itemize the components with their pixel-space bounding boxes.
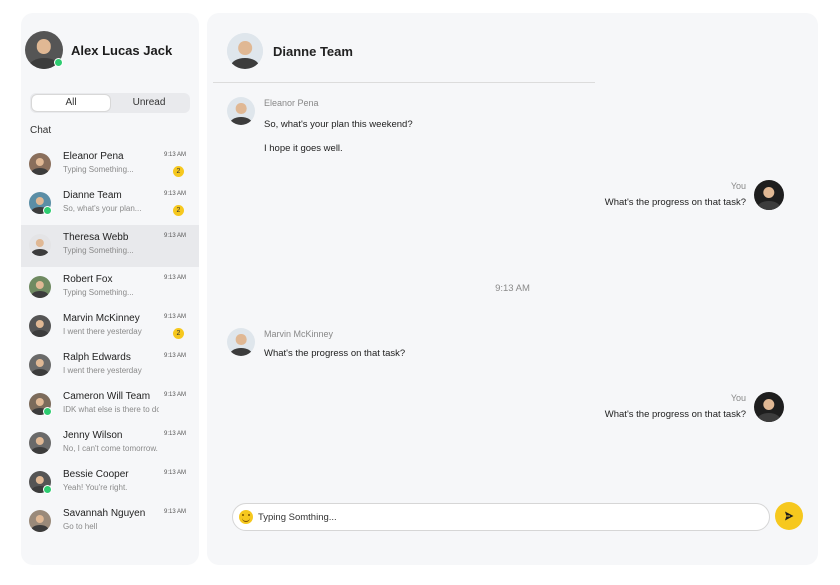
contact-avatar [29,315,51,337]
conversation-title: Dianne Team [273,43,353,59]
conversation-header: Dianne Team [227,33,353,69]
message-preview: I went there yesterday [63,366,142,375]
chat-list-item[interactable]: Jenny Wilson No, I can't come tomorrow. … [21,423,199,462]
contact-name: Dianne Team [63,190,122,201]
contact-name: Marvin McKinney [63,313,140,324]
contact-avatar [29,510,51,532]
incoming-message: Eleanor Pena So, what's your plan this w… [227,97,413,155]
contact-avatar [29,354,51,376]
contact-avatar [29,192,52,215]
outgoing-message: You What's the progress on that task? [605,180,784,210]
chat-list-item[interactable]: Ralph Edwards I went there yesterday 9:1… [21,345,199,384]
contact-name: Theresa Webb [63,232,129,243]
conversation-panel: Dianne Team Eleanor Pena So, what's your… [207,13,818,565]
smile-emoji-icon[interactable] [239,510,253,524]
contact-avatar [29,276,51,298]
message-preview: Typing Something... [63,246,134,255]
chat-list: Eleanor Pena Typing Something... 9:13 AM… [21,144,199,540]
my-avatar [754,180,784,210]
message-preview: Typing Something... [63,165,134,174]
message-time: 9:13 AM [163,353,186,359]
message-time: 9:13 AM [163,392,186,398]
header-divider [213,82,595,83]
message-time: 9:13 AM [163,314,186,320]
chat-list-item[interactable]: Cameron Will Team IDK what else is there… [21,384,199,423]
send-arrow-icon [785,511,794,521]
message-time: 9:13 AM [163,470,186,476]
message-time: 9:13 AM [163,191,186,197]
unread-badge: 2 [173,205,184,216]
message-text: So, what's your plan this weekend? [264,119,413,130]
message-sender: Marvin McKinney [264,329,334,339]
message-sender: You [730,393,746,403]
message-time: 9:13 AM [163,152,186,158]
contact-name: Jenny Wilson [63,430,123,441]
contact-name: Eleanor Pena [63,151,124,162]
contact-name: Ralph Edwards [63,352,131,363]
message-time: 9:13 AM [163,509,186,515]
contact-avatar [29,234,51,256]
message-time: 9:13 AM [163,275,186,281]
chat-list-item[interactable]: Dianne Team So, what's your plan... 9:13… [21,183,199,222]
outgoing-message: You What's the progress on that task? [605,392,784,422]
message-preview: No, I can't come tomorrow. [63,444,158,453]
message-preview: I went there yesterday [63,327,142,336]
filter-unread-button[interactable]: Unread [110,95,188,111]
contact-avatar [29,471,52,494]
online-indicator-icon [43,206,52,215]
chat-list-item[interactable]: Bessie Cooper Yeah! You're right. 9:13 A… [21,462,199,501]
time-separator: 9:13 AM [495,283,530,294]
chat-section-label: Chat [30,125,52,136]
online-indicator-icon [43,407,52,416]
online-indicator-icon [54,58,63,67]
message-preview: IDK what else is there to do [63,405,159,414]
conversation-avatar[interactable] [227,33,263,69]
message-text: I hope it goes well. [264,143,343,154]
message-time: 9:13 AM [163,431,186,437]
chat-sidebar: Alex Lucas Jack All Unread Chat Eleanor … [21,13,199,565]
message-preview: Go to hell [63,522,98,531]
contact-avatar [29,432,51,454]
chat-list-item[interactable]: Robert Fox Typing Something... 9:13 AM [21,267,199,306]
chat-list-item[interactable]: Eleanor Pena Typing Something... 9:13 AM… [21,144,199,183]
online-indicator-icon [43,485,52,494]
sender-avatar [227,328,255,356]
message-time: 9:13 AM [163,233,186,239]
message-composer [232,503,770,531]
message-preview: So, what's your plan... [63,204,142,213]
my-avatar [754,392,784,422]
chat-filter-toggle: All Unread [30,93,190,113]
contact-name: Cameron Will Team [63,391,151,402]
user-name: Alex Lucas Jack [71,42,173,58]
unread-badge: 2 [173,328,184,339]
sender-avatar [227,97,255,125]
message-input[interactable] [258,511,738,523]
contact-name: Bessie Cooper [63,469,129,480]
message-text: What's the progress on that task? [604,409,746,420]
user-avatar[interactable] [25,31,63,69]
message-text: What's the progress on that task? [604,197,746,208]
message-sender: Eleanor Pena [264,98,319,108]
incoming-message: Marvin McKinney What's the progress on t… [227,328,405,360]
message-text: What's the progress on that task? [264,348,406,359]
filter-all-button[interactable]: All [32,95,110,111]
message-sender: You [730,181,746,191]
send-button[interactable] [775,502,803,530]
contact-name: Robert Fox [63,274,113,285]
chat-list-item[interactable]: Marvin McKinney I went there yesterday 9… [21,306,199,345]
user-profile[interactable]: Alex Lucas Jack [25,31,172,69]
message-preview: Yeah! You're right. [63,483,128,492]
unread-badge: 2 [173,166,184,177]
chat-list-item-selected[interactable]: Theresa Webb Typing Something... 9:13 AM [21,225,199,267]
contact-avatar [29,153,51,175]
contact-name: Savannah Nguyen [63,508,146,519]
contact-avatar [29,393,52,416]
message-preview: Typing Something... [63,288,134,297]
chat-list-item[interactable]: Savannah Nguyen Go to hell 9:13 AM [21,501,199,540]
